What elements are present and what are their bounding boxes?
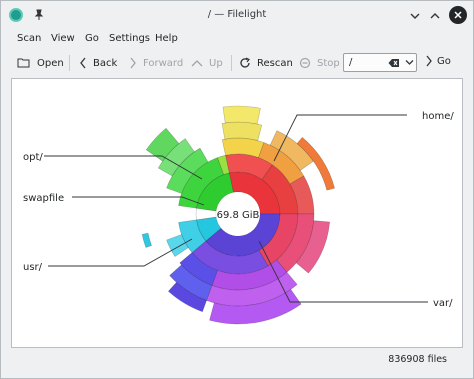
up-button[interactable]: Up xyxy=(191,54,223,72)
arrow-right-icon xyxy=(130,57,136,69)
title-bar: / — Filelight xyxy=(1,1,473,29)
back-label: Back xyxy=(93,57,118,69)
stop-label: Stop xyxy=(317,57,340,69)
chevron-up-icon xyxy=(430,13,440,19)
toolbar-separator xyxy=(231,55,232,71)
menu-bar: Scan View Go Settings Help xyxy=(1,31,473,49)
maximize-button[interactable] xyxy=(429,10,441,22)
go-label: Go xyxy=(437,55,451,67)
forward-button[interactable]: Forward xyxy=(129,54,183,72)
refresh-icon xyxy=(240,57,250,68)
back-button[interactable]: Back xyxy=(79,54,117,72)
path-input-value: / xyxy=(349,57,353,68)
close-icon xyxy=(454,11,462,19)
menu-help[interactable]: Help xyxy=(155,33,178,44)
open-button[interactable]: Open xyxy=(17,54,64,72)
toolbar-separator xyxy=(69,55,70,71)
menu-settings[interactable]: Settings xyxy=(109,33,150,44)
open-label: Open xyxy=(37,57,64,69)
rescan-label: Rescan xyxy=(257,57,293,69)
window-title: / — Filelight xyxy=(207,9,267,20)
home-subdir-segment[interactable] xyxy=(222,105,261,125)
chevron-down-icon[interactable] xyxy=(405,59,414,66)
go-button[interactable]: Go xyxy=(425,55,451,67)
total-size-label: 69.8 GiB xyxy=(217,210,260,221)
up-label: Up xyxy=(209,57,223,69)
radial-map[interactable]: home/ opt/ swapfile usr/ var/ 69.8 GiB xyxy=(12,79,464,349)
forward-label: Forward xyxy=(143,57,184,69)
menu-scan[interactable]: Scan xyxy=(17,33,41,44)
usr-subdir-segment[interactable] xyxy=(141,232,152,248)
close-window-button[interactable] xyxy=(449,6,467,24)
home-subdir-segment[interactable] xyxy=(221,121,263,141)
chevron-down-icon xyxy=(410,13,420,19)
clear-text-icon[interactable] xyxy=(388,58,400,68)
arrow-up-icon xyxy=(191,60,203,67)
filelight-window: / — Filelight Scan View Go Settings Help… xyxy=(0,0,474,379)
status-bar: 836908 files xyxy=(1,348,473,378)
usr-label[interactable]: usr/ xyxy=(23,262,43,273)
folder-open-icon xyxy=(17,58,30,68)
home-label[interactable]: home/ xyxy=(422,111,454,122)
arrow-left-icon xyxy=(80,57,86,69)
path-input[interactable]: / xyxy=(343,53,417,72)
var-label[interactable]: var/ xyxy=(433,298,453,309)
radial-map-view[interactable]: home/ opt/ swapfile usr/ var/ 69.8 GiB xyxy=(11,78,463,348)
stop-button[interactable]: Stop xyxy=(299,54,340,72)
opt-label[interactable]: opt/ xyxy=(23,152,43,163)
menu-view[interactable]: View xyxy=(51,33,75,44)
swapfile-label[interactable]: swapfile xyxy=(23,193,64,204)
arrow-right-icon xyxy=(426,55,432,67)
rescan-button[interactable]: Rescan xyxy=(239,54,293,72)
stop-icon xyxy=(299,57,311,69)
menu-go[interactable]: Go xyxy=(85,33,99,44)
minimize-button[interactable] xyxy=(409,10,421,22)
file-count: 836908 files xyxy=(388,354,447,365)
